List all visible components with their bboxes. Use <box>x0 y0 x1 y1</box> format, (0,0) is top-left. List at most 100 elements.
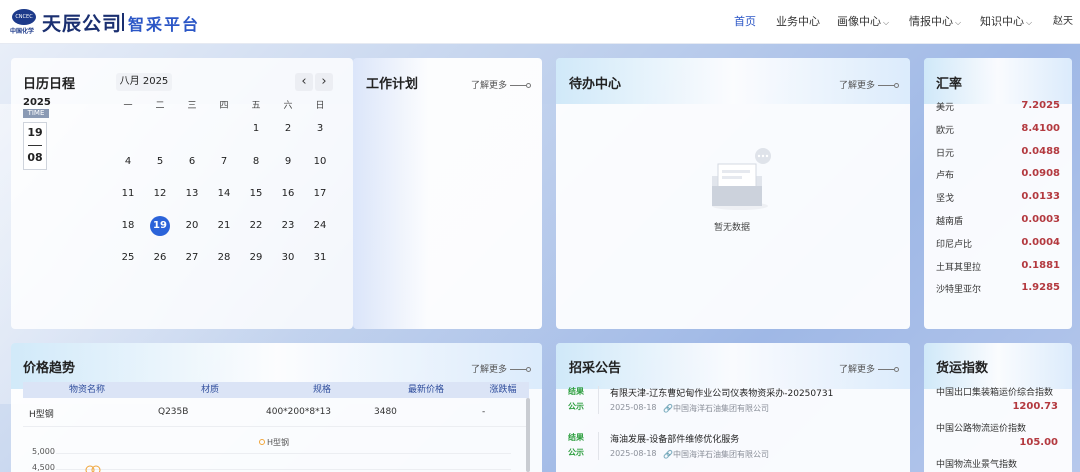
freight-item-name: 中国公路物流运价指数 <box>936 424 1027 434</box>
brand-name: 天辰公司 <box>42 13 123 35</box>
top-header: CNCEC 中国化学 天辰公司 智采平台 首页 业务中心 画像中心 ⌵ 情报中心 ⌵… <box>0 0 1080 44</box>
calendar-title: 日历日程 <box>23 77 76 92</box>
company-logo[interactable]: CNCEC 中国化学 <box>10 9 38 35</box>
tender-item-date: 2025-08-18 <box>610 449 657 458</box>
calendar-day[interactable]: 10 <box>310 152 330 172</box>
rate-row: 沙特里亚尔 1.9285 <box>936 282 1060 295</box>
calendar-day[interactable]: 17 <box>310 184 330 204</box>
link-icon: 🔗 <box>663 450 673 459</box>
logo-globe-icon: CNCEC <box>12 9 36 25</box>
calendar-day[interactable]: 20 <box>182 216 202 236</box>
calendar-day[interactable]: 15 <box>246 184 266 204</box>
calendar-day[interactable]: 13 <box>182 184 202 204</box>
tender-item-title[interactable]: 海油发展-设备部件维修优化服务 <box>610 432 739 445</box>
calendar-day[interactable]: 30 <box>278 248 298 268</box>
calendar-day[interactable]: 4 <box>118 152 138 172</box>
calendar-day[interactable]: 26 <box>150 248 170 268</box>
todo-more-link[interactable]: 了解更多 <box>839 78 900 91</box>
price-table-header: 物资名称 材质 规格 最新价格 涨跌幅 <box>23 382 529 398</box>
org-label: 中国海洋石油集团有限公司 <box>672 450 769 459</box>
calendar-day[interactable]: 14 <box>214 184 234 204</box>
rate-row: 印尼卢比 0.0004 <box>936 237 1060 250</box>
user-name[interactable]: 赵天 <box>1053 0 1073 44</box>
nav-home[interactable]: 首页 <box>734 0 756 44</box>
col-material-grade: 材质 <box>200 385 219 395</box>
nav-profile-center[interactable]: 画像中心 ⌵ <box>837 0 889 44</box>
time-label: TIME <box>23 109 49 118</box>
tender-item-org: 🔗中国海洋石油集团有限公司 <box>663 449 769 460</box>
calendar-day[interactable]: 24 <box>310 216 330 236</box>
more-dot-icon <box>526 367 532 372</box>
cell-spec: 400*200*8*13 <box>266 407 332 417</box>
gridline <box>56 469 511 470</box>
calendar-day[interactable]: 21 <box>214 216 234 236</box>
weekday-header: 二 <box>155 101 165 111</box>
current-date-box: 19 08 <box>23 122 47 170</box>
calendar-day[interactable]: 12 <box>150 184 170 204</box>
rate-value: 0.0908 <box>1021 168 1060 180</box>
chart-legend: H型钢 <box>259 437 289 448</box>
currency-name: 沙特里亚尔 <box>936 285 982 296</box>
calendar-day[interactable]: 28 <box>214 248 234 268</box>
calendar-day[interactable]: 1 <box>246 119 266 139</box>
rate-value: 8.4100 <box>1021 122 1060 134</box>
rate-row: 美元 7.2025 <box>936 100 1060 113</box>
calendar-day[interactable]: 22 <box>246 216 266 236</box>
more-line <box>510 85 527 86</box>
chart-line-marker <box>85 465 101 472</box>
weekday-header: 四 <box>219 101 229 111</box>
nav-knowledge-center[interactable]: 知识中心 ⌵ <box>980 0 1032 44</box>
chevron-down-icon: ⌵ <box>883 18 890 27</box>
calendar-day[interactable]: 16 <box>278 184 298 204</box>
next-month-button[interactable]: › <box>315 73 333 91</box>
calendar-day[interactable]: 23 <box>278 216 298 236</box>
prev-month-button[interactable]: ‹ <box>295 73 313 91</box>
work-plan-more-link[interactable]: 了解更多 <box>471 78 532 91</box>
calendar-day[interactable]: 9 <box>278 152 298 172</box>
tag-publicity: 公示 <box>568 402 584 411</box>
freight-item-value: 105.00 <box>1019 437 1058 448</box>
weekday-header: 日 <box>315 101 325 111</box>
table-scrollbar[interactable] <box>526 398 530 472</box>
calendar-day[interactable]: 5 <box>150 152 170 172</box>
item-divider <box>598 432 599 460</box>
weekday-header: 六 <box>283 101 293 111</box>
more-label: 了解更多 <box>839 81 876 91</box>
tender-more-link[interactable]: 了解更多 <box>839 362 900 375</box>
calendar-day[interactable]: 7 <box>214 152 234 172</box>
rate-row: 越南盾 0.0003 <box>936 214 1060 227</box>
calendar-day[interactable]: 27 <box>182 248 202 268</box>
calendar-day[interactable]: 3 <box>310 119 330 139</box>
legend-label: H型钢 <box>267 438 290 447</box>
col-latest-price: 最新价格 <box>407 385 444 395</box>
y-tick-4500: 4,500 <box>32 463 55 472</box>
freight-item-value: 1200.73 <box>1012 401 1058 412</box>
price-more-link[interactable]: 了解更多 <box>471 362 532 375</box>
nav-business-center[interactable]: 业务中心 <box>776 0 820 44</box>
currency-name: 坚戈 <box>936 194 955 205</box>
calendar-day[interactable]: 6 <box>182 152 202 172</box>
currency-name: 越南盾 <box>936 217 964 227</box>
nav-home-label: 首页 <box>734 15 756 28</box>
currency-name: 欧元 <box>936 125 955 136</box>
currency-name: 日元 <box>936 148 955 159</box>
calendar-day[interactable]: 11 <box>118 184 138 204</box>
col-change: 涨跌幅 <box>489 385 517 395</box>
legend-marker-icon <box>259 439 265 445</box>
item-divider <box>598 386 599 414</box>
nav-intel-center[interactable]: 情报中心 ⌵ <box>909 0 961 44</box>
calendar-month-label[interactable]: 八月 2025 <box>116 73 172 91</box>
calendar-day[interactable]: 8 <box>246 152 266 172</box>
y-tick-5000: 5,000 <box>32 447 55 456</box>
rate-value: 0.0003 <box>1021 214 1060 225</box>
todo-title: 待办中心 <box>569 77 622 92</box>
more-label: 了解更多 <box>471 81 508 91</box>
tender-item-title[interactable]: 有限天津-辽东曹妃甸作业公司仪表物资采办-20250731 <box>610 386 833 399</box>
gridline <box>56 453 511 454</box>
calendar-day[interactable]: 29 <box>246 248 266 268</box>
calendar-day[interactable]: 25 <box>118 248 138 268</box>
calendar-day[interactable]: 18 <box>118 216 138 236</box>
calendar-day[interactable]: 2 <box>278 119 298 139</box>
calendar-day[interactable]: 19 <box>150 216 170 236</box>
calendar-day[interactable]: 31 <box>310 248 330 268</box>
